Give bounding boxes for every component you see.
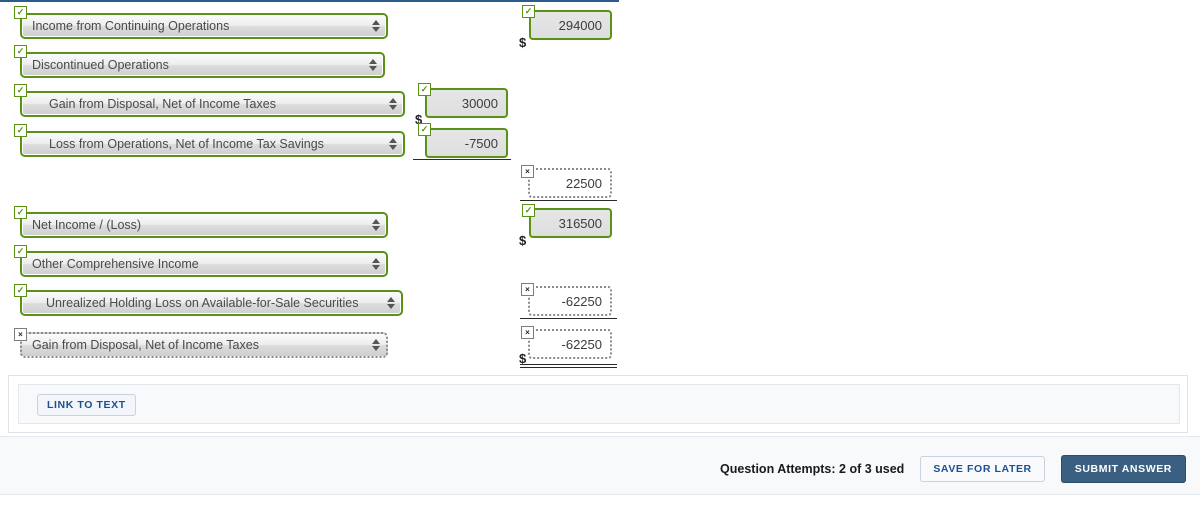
chevron-updown-icon xyxy=(386,296,395,310)
amount-input-discontinued-operations-subtotal[interactable]: 22500 xyxy=(528,168,612,198)
status-badge-incorrect: × xyxy=(14,328,27,341)
amount-input-unrealized-holding-loss[interactable]: -62250 xyxy=(528,286,612,316)
select-value: Gain from Disposal, Net of Income Taxes xyxy=(32,338,259,352)
select-net-income-loss[interactable]: Net Income / (Loss) xyxy=(20,212,388,238)
link-to-text-panel: LINK TO TEXT xyxy=(8,375,1188,433)
amount-input-gain-from-disposal[interactable]: 30000 xyxy=(425,88,508,118)
select-value: Discontinued Operations xyxy=(32,58,169,72)
select-value: Other Comprehensive Income xyxy=(32,257,199,271)
footer-bar: Question Attempts: 2 of 3 used SAVE FOR … xyxy=(0,436,1200,494)
select-unrealized-holding-loss[interactable]: Unrealized Holding Loss on Available-for… xyxy=(20,290,403,316)
select-loss-from-operations[interactable]: Loss from Operations, Net of Income Tax … xyxy=(20,131,405,157)
footer-actions: Question Attempts: 2 of 3 used SAVE FOR … xyxy=(720,455,1186,483)
chevron-updown-icon xyxy=(371,19,380,33)
status-badge-incorrect: × xyxy=(521,283,534,296)
chevron-updown-icon xyxy=(368,58,377,72)
status-badge-incorrect: × xyxy=(521,165,534,178)
currency-symbol: $ xyxy=(519,233,527,248)
amount-input-comprehensive-income-total[interactable]: -62250 xyxy=(528,329,612,359)
link-to-text-inner: LINK TO TEXT xyxy=(18,384,1180,424)
status-badge-correct: ✓ xyxy=(522,5,535,18)
status-badge-correct: ✓ xyxy=(522,204,535,217)
select-value: Loss from Operations, Net of Income Tax … xyxy=(49,137,324,151)
chevron-updown-icon xyxy=(371,257,380,271)
select-value: Net Income / (Loss) xyxy=(32,218,142,232)
amount-input-income-from-continuing-operations[interactable]: 294000 xyxy=(529,10,612,40)
status-badge-correct: ✓ xyxy=(14,45,27,58)
subtotal-rule-middle xyxy=(413,159,511,160)
question-attempts-status: Question Attempts: 2 of 3 used xyxy=(720,462,905,476)
select-discontinued-operations[interactable]: Discontinued Operations xyxy=(20,52,385,78)
select-gain-from-disposal-2[interactable]: Gain from Disposal, Net of Income Taxes xyxy=(20,332,388,358)
chevron-updown-icon xyxy=(388,137,397,151)
submit-answer-button[interactable]: SUBMIT ANSWER xyxy=(1060,455,1186,483)
subtotal-rule-right xyxy=(520,200,617,201)
status-badge-incorrect: × xyxy=(521,326,534,339)
status-badge-correct: ✓ xyxy=(14,84,27,97)
status-badge-correct: ✓ xyxy=(14,284,27,297)
select-value: Income from Continuing Operations xyxy=(32,19,230,33)
sidebar-item-label select-income-from-continuing-operations[interactable]: Income from Continuing Operations xyxy=(20,13,388,39)
link-to-text-button[interactable]: LINK TO TEXT xyxy=(37,394,136,416)
worksheet-grid: ✓ Income from Continuing Operations ✓ $ … xyxy=(0,2,1188,372)
status-badge-correct: ✓ xyxy=(14,6,27,19)
chevron-updown-icon xyxy=(371,338,380,352)
chevron-updown-icon xyxy=(388,97,397,111)
exercise-page: ✓ Income from Continuing Operations ✓ $ … xyxy=(0,0,1200,506)
grand-total-double-rule xyxy=(520,364,617,368)
subtotal-rule-oci xyxy=(520,318,617,319)
select-value: Unrealized Holding Loss on Available-for… xyxy=(46,296,359,310)
status-badge-correct: ✓ xyxy=(14,245,27,258)
select-value: Gain from Disposal, Net of Income Taxes xyxy=(49,97,276,111)
page-bottom-edge xyxy=(0,494,1200,506)
chevron-updown-icon xyxy=(371,218,380,232)
amount-input-loss-from-operations[interactable]: -7500 xyxy=(425,128,508,158)
status-badge-correct: ✓ xyxy=(418,123,431,136)
status-badge-correct: ✓ xyxy=(418,83,431,96)
select-other-comprehensive-income[interactable]: Other Comprehensive Income xyxy=(20,251,388,277)
currency-symbol: $ xyxy=(519,35,527,50)
amount-input-net-income-loss[interactable]: 316500 xyxy=(529,208,612,238)
status-badge-correct: ✓ xyxy=(14,206,27,219)
select-gain-from-disposal[interactable]: Gain from Disposal, Net of Income Taxes xyxy=(20,91,405,117)
status-badge-correct: ✓ xyxy=(14,124,27,137)
save-for-later-button[interactable]: SAVE FOR LATER xyxy=(920,456,1045,482)
